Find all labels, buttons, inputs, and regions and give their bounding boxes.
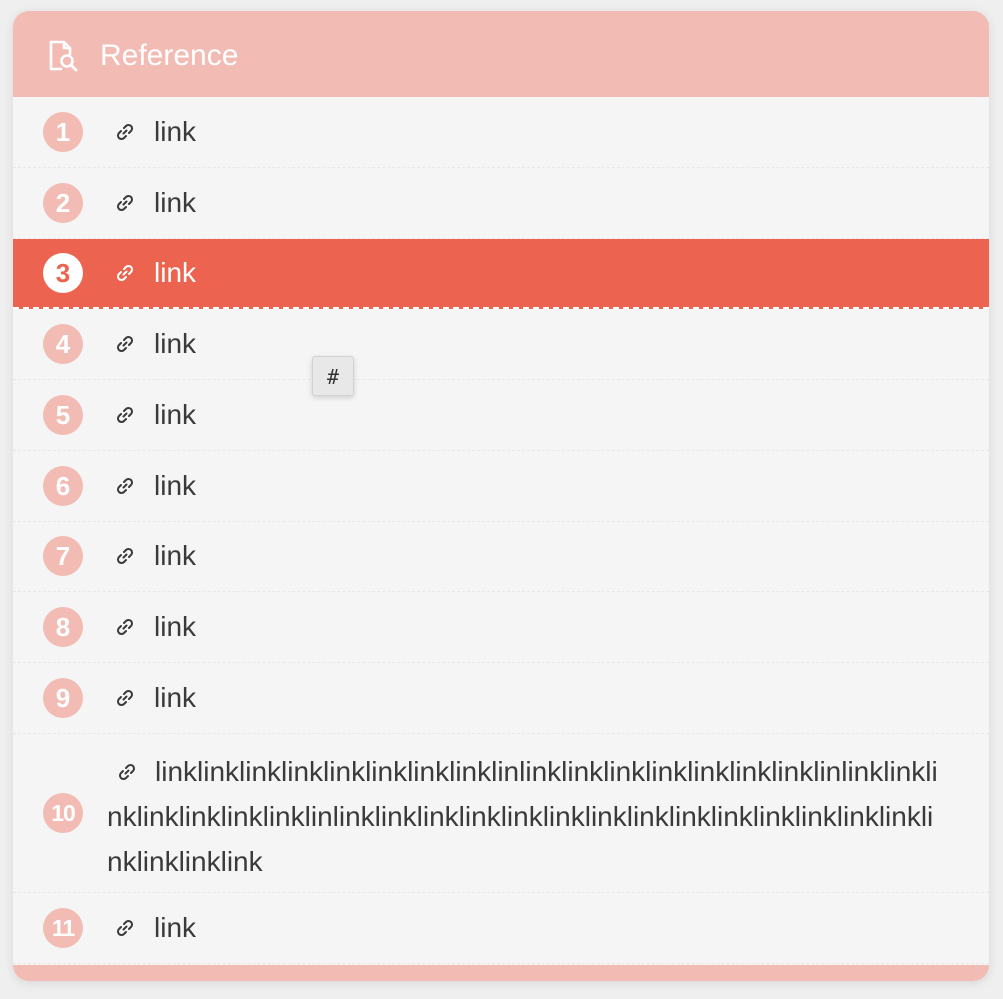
link-icon <box>116 406 134 423</box>
reference-item[interactable]: 2 link <box>13 168 989 239</box>
reference-footer <box>13 965 989 981</box>
link-icon <box>116 689 134 706</box>
reference-header: Reference <box>13 11 989 97</box>
reference-link[interactable]: link <box>154 115 196 149</box>
reference-number-badge: 10 <box>43 792 83 833</box>
page-title: Reference <box>100 39 239 72</box>
link-icon <box>116 477 134 494</box>
link-icon <box>116 619 134 636</box>
reference-item[interactable]: 11 link <box>13 893 989 964</box>
reference-link[interactable]: link <box>154 539 196 573</box>
reference-item[interactable]: 8 link <box>13 592 989 663</box>
reference-link[interactable]: link <box>154 469 196 503</box>
reference-link[interactable]: link <box>154 327 196 361</box>
document-search-icon <box>49 40 78 72</box>
reference-number-badge: 3 <box>43 252 83 293</box>
link-icon <box>118 763 136 780</box>
reference-number-badge: 6 <box>43 465 83 506</box>
reference-number-badge: 8 <box>43 607 83 648</box>
reference-number-badge: 4 <box>43 324 83 365</box>
reference-link[interactable]: link <box>154 256 196 290</box>
reference-item[interactable]: 1 link <box>13 97 989 168</box>
reference-number-badge: 5 <box>43 394 83 435</box>
reference-link[interactable]: link <box>154 681 196 715</box>
reference-card: Reference 1 link 2 link 3 link 4 link 5 … <box>13 11 989 981</box>
reference-number-badge: 7 <box>43 536 83 577</box>
anchor-tooltip: # <box>312 356 354 396</box>
link-icon <box>116 548 134 565</box>
link-icon <box>116 264 134 281</box>
reference-link[interactable]: link <box>154 398 196 432</box>
reference-item[interactable]: 6 link <box>13 451 989 522</box>
reference-link[interactable]: linklinklinklinklinklinklinklinklinlinkl… <box>107 756 938 877</box>
reference-link[interactable]: link <box>154 186 196 220</box>
reference-number-badge: 2 <box>43 182 83 223</box>
link-icon <box>116 123 134 140</box>
reference-item[interactable]: 9 link <box>13 663 989 734</box>
reference-number-badge: 11 <box>43 907 83 948</box>
reference-item[interactable]: 10 linklinklinklinklinklinklinklinklinli… <box>13 734 989 893</box>
reference-link[interactable]: link <box>154 610 196 644</box>
reference-list: 1 link 2 link 3 link 4 link 5 link 6 lin… <box>13 97 989 964</box>
link-icon <box>116 194 134 211</box>
reference-link[interactable]: link <box>154 911 196 945</box>
reference-item[interactable]: 7 link <box>13 522 989 593</box>
reference-item-active[interactable]: 3 link <box>13 238 989 310</box>
reference-link-wrapper: linklinklinklinklinklinklinklinklinlinkl… <box>107 749 947 884</box>
reference-number-badge: 1 <box>43 111 83 152</box>
reference-number-badge: 9 <box>43 677 83 718</box>
link-icon <box>116 336 134 353</box>
reference-item[interactable]: 5 link <box>13 380 989 451</box>
link-icon <box>116 919 134 936</box>
reference-item[interactable]: 4 link <box>13 309 989 380</box>
